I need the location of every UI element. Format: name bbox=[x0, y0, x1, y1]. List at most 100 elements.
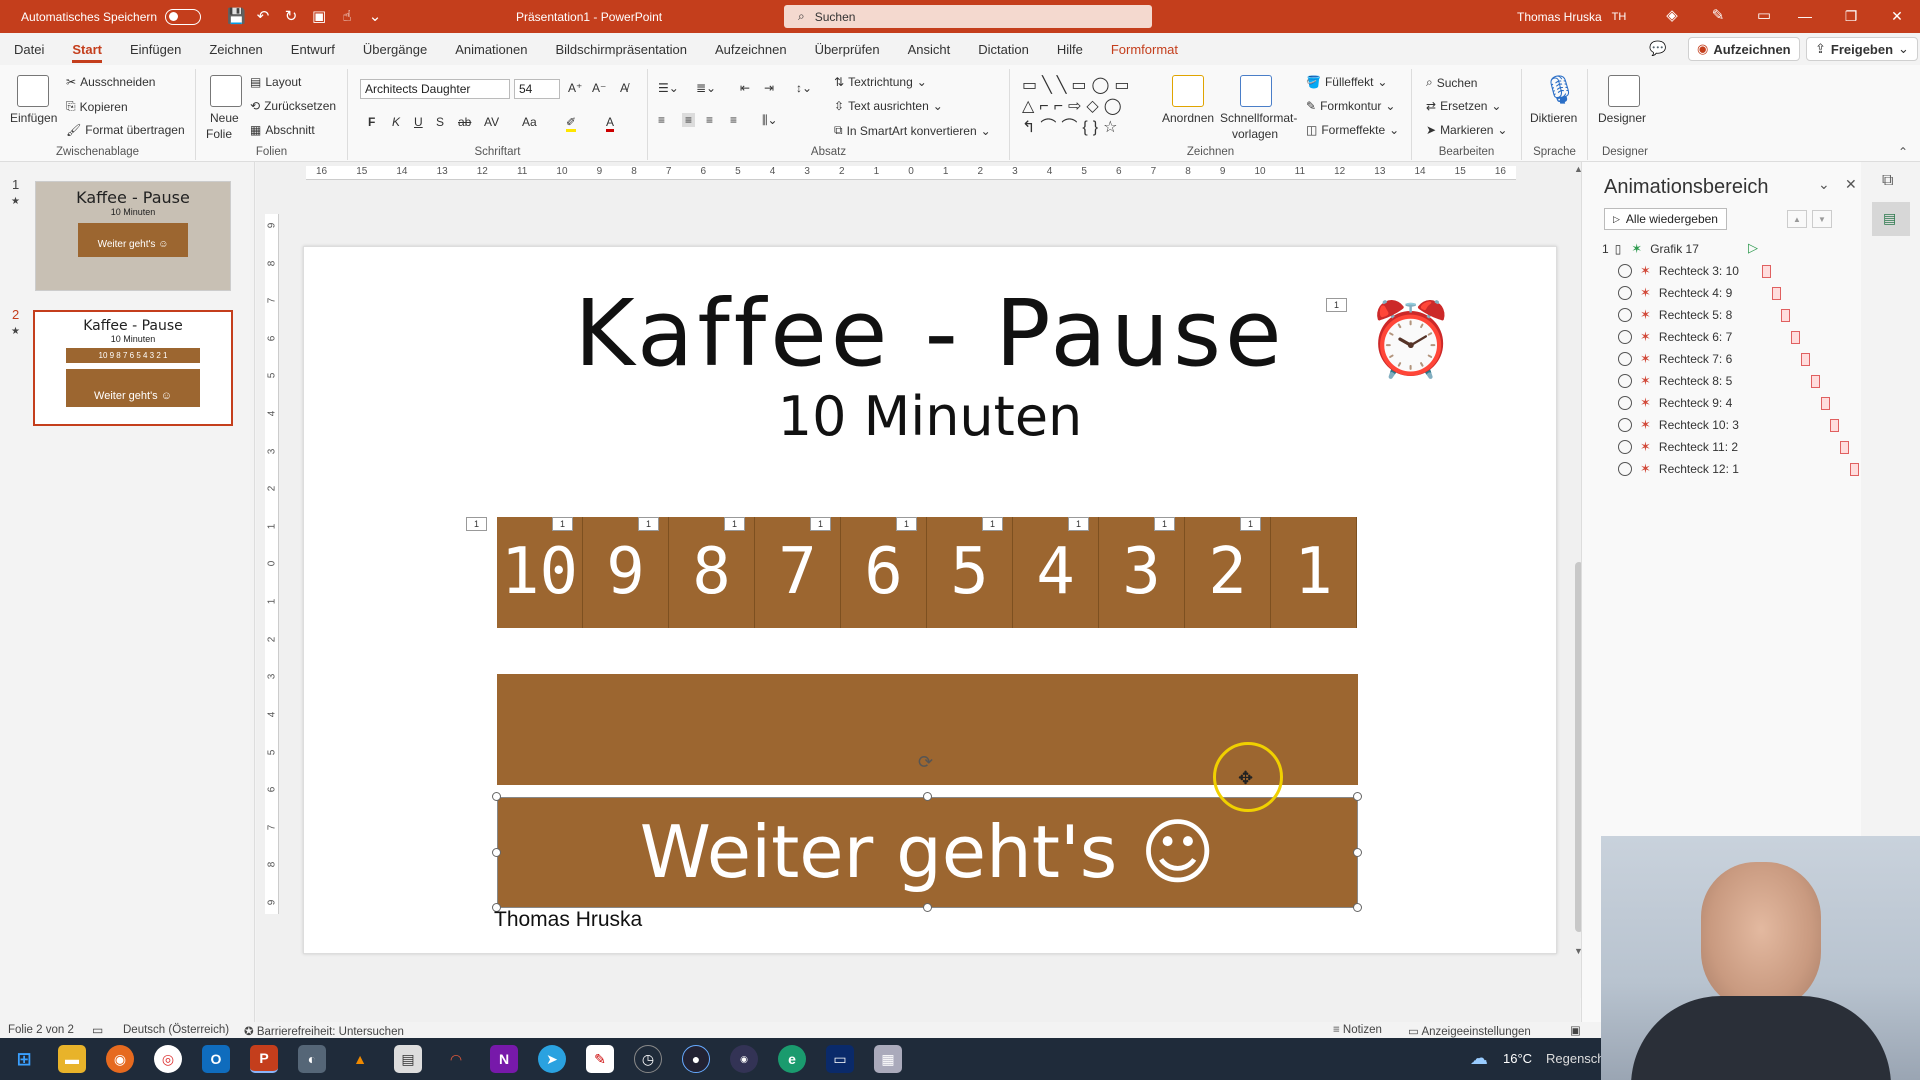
tab-animationen[interactable]: Animationen bbox=[455, 42, 527, 57]
animation-item[interactable]: ✶ Rechteck 10: 3 bbox=[1618, 416, 1739, 434]
timeline-bar[interactable] bbox=[1801, 353, 1810, 366]
animation-item[interactable]: ✶ Rechteck 4: 9 bbox=[1618, 284, 1732, 302]
format-painter-button[interactable]: 🖌 Format übertragen bbox=[66, 123, 185, 137]
quickstyles-button[interactable]: Schnellformat- bbox=[1220, 111, 1297, 125]
notes-button[interactable]: ≡ Notizen bbox=[1333, 1024, 1382, 1036]
restore-icon[interactable]: ❐ bbox=[1828, 8, 1874, 25]
pane-options-icon[interactable]: ⌄ bbox=[1818, 176, 1830, 193]
align-left-icon[interactable]: ≡ bbox=[658, 113, 665, 127]
alarm-clock-icon[interactable]: ⏰ bbox=[1366, 300, 1456, 380]
tab-hilfe[interactable]: Hilfe bbox=[1057, 42, 1083, 57]
quickstyles-icon[interactable] bbox=[1240, 75, 1272, 107]
spellcheck-icon[interactable]: ▭ bbox=[92, 1023, 103, 1037]
powerpoint-icon[interactable]: P bbox=[250, 1045, 278, 1073]
countdown-box-5[interactable]: 5 bbox=[927, 517, 1013, 628]
arrange-button[interactable]: Anordnen bbox=[1162, 111, 1214, 125]
continue-button-shape[interactable]: Weiter geht's ☺ bbox=[497, 797, 1358, 908]
onenote-icon[interactable]: N bbox=[490, 1045, 518, 1073]
tab-ueberpruefen[interactable]: Überprüfen bbox=[815, 42, 880, 57]
tab-datei[interactable]: Datei bbox=[14, 42, 44, 57]
new-slide-label[interactable]: Folie bbox=[206, 127, 232, 141]
tab-formformat[interactable]: Formformat bbox=[1111, 42, 1178, 57]
timeline-bar[interactable] bbox=[1830, 419, 1840, 432]
word-app-icon[interactable]: ▭ bbox=[826, 1045, 854, 1073]
close-pane-icon[interactable]: ✕ bbox=[1845, 176, 1857, 193]
timeline-bar[interactable] bbox=[1791, 331, 1801, 344]
smartart-button[interactable]: ⧉ In SmartArt konvertieren ⌄ bbox=[834, 123, 991, 138]
resize-handle[interactable] bbox=[923, 903, 932, 912]
media-app-icon[interactable]: ● bbox=[682, 1045, 710, 1073]
line-spacing-icon[interactable]: ↕⌄ bbox=[796, 81, 812, 95]
font-color-icon[interactable]: A bbox=[606, 115, 615, 132]
align-center-icon[interactable]: ≡ bbox=[682, 113, 696, 127]
cut-button[interactable]: ✂ Ausschneiden bbox=[66, 75, 155, 89]
vlc-icon[interactable]: ▲ bbox=[346, 1045, 374, 1073]
countdown-box-2[interactable]: 2 bbox=[1185, 517, 1271, 628]
countdown-box-4[interactable]: 4 bbox=[1013, 517, 1099, 628]
find-button[interactable]: ⌕ Suchen bbox=[1426, 75, 1477, 90]
tab-ansicht[interactable]: Ansicht bbox=[908, 42, 951, 57]
tab-bildschirmpraesentation[interactable]: Bildschirmpräsentation bbox=[555, 42, 687, 57]
blue-app-icon[interactable]: ◉ bbox=[730, 1045, 758, 1073]
shape-format-pane-icon[interactable]: ⧉ bbox=[1882, 172, 1893, 190]
numbering-icon[interactable]: ≣⌄ bbox=[696, 81, 716, 95]
pdf-app-icon[interactable]: ✎ bbox=[586, 1045, 614, 1073]
outlook-icon[interactable]: O bbox=[202, 1045, 230, 1073]
font-size-dropdown[interactable]: 54 bbox=[514, 79, 560, 99]
resize-handle[interactable] bbox=[923, 792, 932, 801]
shape-effects-button[interactable]: ◫ Formeffekte ⌄ bbox=[1306, 123, 1399, 137]
play-all-button[interactable]: ▷ Alle wiedergeben bbox=[1604, 208, 1727, 230]
lips-app-icon[interactable]: ◠ bbox=[442, 1045, 470, 1073]
timeline-bar[interactable] bbox=[1781, 309, 1791, 322]
timeline-bar[interactable] bbox=[1840, 441, 1850, 454]
record-button[interactable]: ◉ Aufzeichnen bbox=[1688, 37, 1800, 61]
display-settings-button[interactable]: ▭ Anzeigeeinstellungen bbox=[1408, 1024, 1531, 1038]
pen-icon[interactable]: ✎ bbox=[1710, 8, 1726, 24]
countdown-box-10[interactable]: 10 bbox=[497, 517, 583, 628]
notepad-icon[interactable]: ▤ bbox=[394, 1045, 422, 1073]
quickstyles-label[interactable]: vorlagen bbox=[1232, 127, 1278, 141]
animation-item[interactable]: ✶ Rechteck 6: 7 bbox=[1618, 328, 1732, 346]
present-icon[interactable]: ▣ bbox=[311, 8, 327, 25]
justify-icon[interactable]: ≡ bbox=[730, 113, 737, 127]
designer-icon[interactable] bbox=[1608, 75, 1640, 107]
tab-dictation[interactable]: Dictation bbox=[978, 42, 1029, 57]
countdown-box-6[interactable]: 6 bbox=[841, 517, 927, 628]
close-window-icon[interactable]: ✕ bbox=[1874, 8, 1920, 25]
resize-handle[interactable] bbox=[492, 792, 501, 801]
user-avatar[interactable]: TH bbox=[1608, 8, 1630, 26]
animation-item[interactable]: ✶ Rechteck 3: 10 bbox=[1618, 262, 1739, 280]
arrange-icon[interactable] bbox=[1172, 75, 1204, 107]
animation-item[interactable]: 1 ▯ ✶ Grafik 17 bbox=[1602, 240, 1699, 258]
tab-einfuegen[interactable]: Einfügen bbox=[130, 42, 181, 57]
new-slide-icon[interactable] bbox=[210, 75, 242, 107]
dictate-button[interactable]: Diktieren bbox=[1530, 111, 1577, 125]
weather-temp[interactable]: 16°C bbox=[1503, 1051, 1532, 1066]
minimize-icon[interactable]: — bbox=[1782, 8, 1828, 25]
columns-icon[interactable]: ⫼⌄ bbox=[762, 113, 778, 128]
select-button[interactable]: ➤ Markieren ⌄ bbox=[1426, 123, 1507, 137]
telegram-icon[interactable]: ➤ bbox=[538, 1045, 566, 1073]
language-status[interactable]: Deutsch (Österreich) bbox=[123, 1024, 229, 1036]
countdown-box-3[interactable]: 3 bbox=[1099, 517, 1185, 628]
countdown-box-8[interactable]: 8 bbox=[669, 517, 755, 628]
file-explorer-icon[interactable]: ▬ bbox=[58, 1045, 86, 1073]
clock-app-icon[interactable]: ◷ bbox=[634, 1045, 662, 1073]
animation-item[interactable]: ✶ Rechteck 7: 6 bbox=[1618, 350, 1732, 368]
shape-outline-button[interactable]: ✎ Formkontur ⌄ bbox=[1306, 99, 1395, 113]
tab-uebergaenge[interactable]: Übergänge bbox=[363, 42, 427, 57]
animation-item[interactable]: ✶ Rechteck 5: 8 bbox=[1618, 306, 1732, 324]
timeline-bar[interactable] bbox=[1850, 463, 1859, 476]
autosave-toggle[interactable] bbox=[165, 8, 202, 25]
shapes-gallery[interactable]: ▭╲╲▭◯▭ △⌐⌐⇨◇◯ ↰⌒⌒{}☆ bbox=[1022, 75, 1152, 141]
tab-start[interactable]: Start bbox=[72, 42, 102, 63]
timeline-bar[interactable] bbox=[1810, 375, 1820, 388]
timeline-bar[interactable] bbox=[1771, 287, 1781, 300]
timeline-bar[interactable] bbox=[1820, 397, 1830, 410]
highlight-icon[interactable]: ✐ bbox=[566, 115, 577, 132]
tab-aufzeichnen[interactable]: Aufzeichnen bbox=[715, 42, 787, 57]
section-button[interactable]: ▦ Abschnitt bbox=[250, 123, 315, 137]
comments-icon[interactable]: 💬 bbox=[1649, 40, 1666, 57]
resize-handle[interactable] bbox=[1353, 848, 1362, 857]
case-button[interactable]: Aa bbox=[522, 115, 537, 129]
